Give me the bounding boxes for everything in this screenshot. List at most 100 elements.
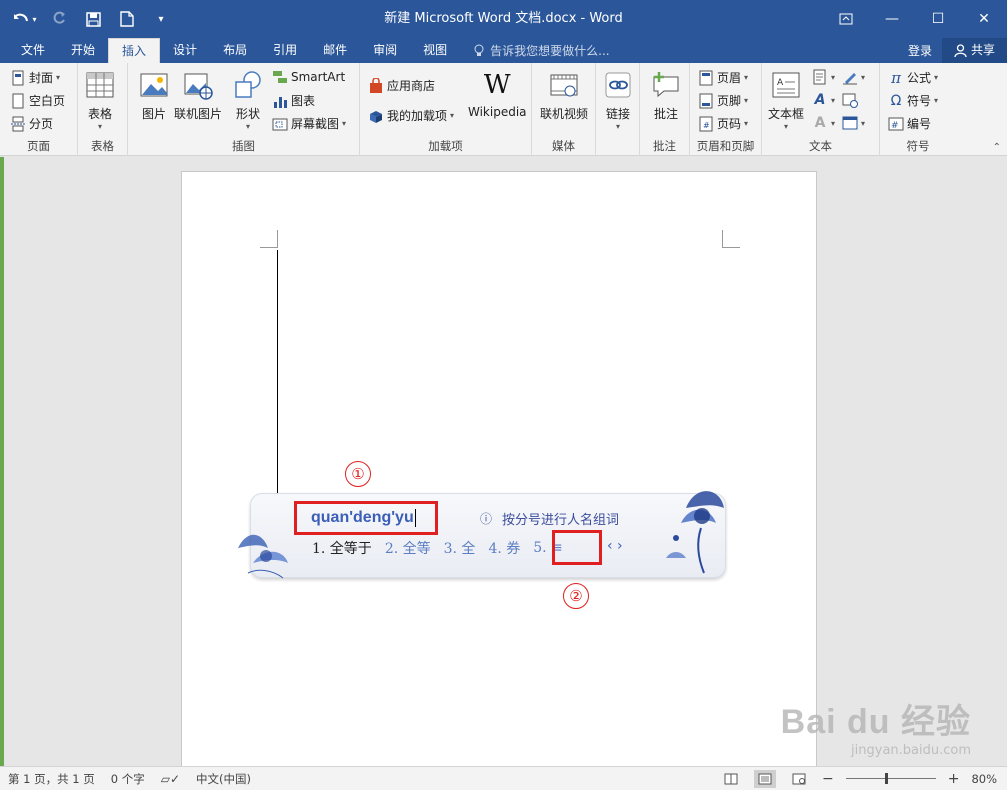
chevron-down-icon: ▾ <box>97 122 102 131</box>
zoom-level[interactable]: 80% <box>971 772 997 786</box>
my-addins-label: 我的加载项 <box>387 109 448 123</box>
header-button[interactable]: 页眉 ▾ <box>698 69 748 86</box>
ime-candidate-list: 1. 全等于 2. 全等 3. 全 4. 券 5. ≡ <box>312 538 576 558</box>
zoom-slider[interactable] <box>845 770 936 788</box>
smartart-label: SmartArt <box>291 70 346 84</box>
wikipedia-button[interactable]: W Wikipedia <box>468 69 527 119</box>
close-icon: ✕ <box>978 11 990 27</box>
shapes-button[interactable]: 形状 ▾ <box>232 69 264 131</box>
signature-line-button[interactable]: ▾ <box>842 69 865 85</box>
ime-candidate-4[interactable]: 4. 券 <box>488 538 520 558</box>
undo-dropdown-icon: ▾ <box>32 14 37 24</box>
textbox-label: 文本框 <box>768 107 805 121</box>
tab-review[interactable]: 审阅 <box>360 38 410 63</box>
word-count[interactable]: 0 个字 <box>111 771 145 787</box>
table-button[interactable]: 表格 ▾ <box>84 69 116 131</box>
zoom-thumb[interactable] <box>884 772 888 784</box>
tab-mailings[interactable]: 邮件 <box>310 38 360 63</box>
ime-candidate-2[interactable]: 2. 全等 <box>385 538 431 558</box>
video-icon <box>550 74 578 97</box>
ime-candidate-3[interactable]: 3. 全 <box>444 538 476 558</box>
ime-candidate-1[interactable]: 1. 全等于 <box>312 538 372 558</box>
zoom-track <box>845 777 936 779</box>
customize-qat-button[interactable]: ▾ <box>146 4 176 34</box>
object-button[interactable]: ▾ <box>842 115 865 131</box>
page-number-button[interactable]: # 页码 ▾ <box>698 115 748 132</box>
screenshot-button[interactable]: 屏幕截图 ▾ <box>272 115 346 132</box>
textbox-button[interactable]: A 文本框 ▾ <box>768 69 804 131</box>
share-label: 共享 <box>970 43 995 57</box>
login-link[interactable]: 登录 <box>898 42 942 59</box>
online-video-button[interactable]: 联机视频 <box>540 69 588 122</box>
office-store-button[interactable]: 应用商店 <box>368 77 435 94</box>
group-label: 批注 <box>653 139 676 153</box>
tab-insert[interactable]: 插入 <box>108 38 161 63</box>
wordart-button[interactable]: A ▾ <box>812 92 835 108</box>
blank-page-button[interactable]: 空白页 <box>10 92 65 109</box>
print-layout-button[interactable] <box>753 769 776 788</box>
status-bar: 第 1 页，共 1 页 0 个字 ▱✓ 中文(中国) − + 80% <box>0 766 1007 790</box>
tab-file[interactable]: 文件 <box>8 38 58 63</box>
zoom-out-button[interactable]: − <box>822 771 834 787</box>
redo-button[interactable] <box>44 4 74 34</box>
web-layout-icon <box>792 773 806 784</box>
maximize-button[interactable]: ☐ <box>915 0 961 38</box>
my-addins-button[interactable]: 我的加载项 ▾ <box>368 107 454 124</box>
symbol-label: 符号 <box>907 94 932 108</box>
lightbulb-icon <box>474 44 484 56</box>
group-label: 媒体 <box>552 139 575 153</box>
footer-button[interactable]: 页脚 ▾ <box>698 92 748 109</box>
read-mode-button[interactable] <box>720 770 742 788</box>
online-picture-button[interactable]: 联机图片 <box>174 69 222 122</box>
document-page[interactable] <box>181 171 817 783</box>
equation-label: 公式 <box>907 71 932 85</box>
quick-parts-icon <box>813 69 826 85</box>
chevron-down-icon: ▾ <box>615 122 620 131</box>
picture-button[interactable]: 图片 <box>138 69 170 122</box>
chart-button[interactable]: 图表 <box>272 92 315 109</box>
tab-references[interactable]: 引用 <box>260 38 310 63</box>
save-button[interactable] <box>78 4 108 34</box>
zoom-in-button[interactable]: + <box>948 771 960 787</box>
ime-page-arrows[interactable]: ‹ › <box>607 538 623 554</box>
new-document-button[interactable] <box>112 4 142 34</box>
watermark: Bai du 经验 jingyan.baidu.com <box>781 694 971 758</box>
collapse-ribbon-button[interactable]: ⌃ <box>993 142 1001 153</box>
group-label: 表格 <box>91 139 114 153</box>
watermark-logo: Bai du 经验 <box>780 703 971 741</box>
drop-cap-button[interactable]: A ▾ <box>812 115 835 131</box>
tab-home[interactable]: 开始 <box>58 38 108 63</box>
tab-design[interactable]: 设计 <box>160 38 210 63</box>
smartart-button[interactable]: SmartArt <box>272 69 345 85</box>
redo-icon <box>53 11 65 24</box>
ribbon-display-options-button[interactable] <box>823 0 869 38</box>
proofing-icon[interactable]: ▱✓ <box>161 772 180 786</box>
symbol-button[interactable]: Ω 符号 ▾ <box>888 92 938 109</box>
group-label: 文本 <box>809 139 832 153</box>
print-layout-icon <box>758 773 772 784</box>
page-break-button[interactable]: 分页 <box>10 115 53 132</box>
page-count[interactable]: 第 1 页，共 1 页 <box>8 771 95 787</box>
ime-pinyin-text: quan'deng'yu <box>311 509 414 526</box>
undo-button[interactable]: ▾ <box>10 4 40 34</box>
undo-icon <box>14 13 29 22</box>
tell-me-box[interactable]: 告诉我您想要做什么... <box>460 38 610 63</box>
link-icon <box>605 72 631 98</box>
language-indicator[interactable]: 中文(中国) <box>196 771 251 787</box>
page-number-label: 页码 <box>717 117 742 131</box>
date-time-button[interactable] <box>842 92 858 108</box>
minimize-button[interactable]: — <box>869 0 915 38</box>
quick-parts-button[interactable]: ▾ <box>812 69 835 85</box>
ime-pinyin-input[interactable]: quan'deng'yu <box>294 501 438 535</box>
tab-view[interactable]: 视图 <box>410 38 460 63</box>
page-break-icon <box>11 116 25 131</box>
equation-button[interactable]: π 公式 ▾ <box>888 69 938 87</box>
tab-layout[interactable]: 布局 <box>210 38 260 63</box>
numbering-button[interactable]: # 编号 <box>888 115 931 132</box>
share-button[interactable]: 共享 <box>941 38 1007 63</box>
comment-button[interactable]: 批注 <box>650 69 682 122</box>
web-layout-button[interactable] <box>788 770 810 788</box>
cover-page-button[interactable]: 封面 ▾ <box>10 69 60 86</box>
link-button[interactable]: 链接 ▾ <box>602 69 634 131</box>
close-button[interactable]: ✕ <box>961 0 1007 38</box>
